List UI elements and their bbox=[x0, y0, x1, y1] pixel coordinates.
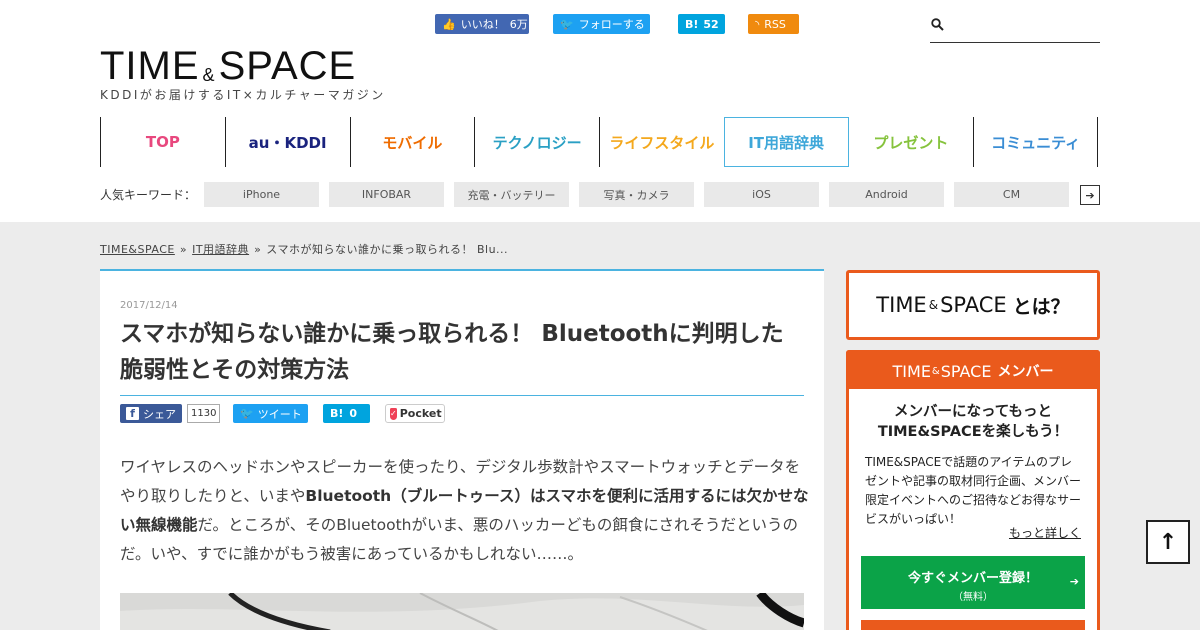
member-description: TIME&SPACEで話題のアイテムのプレゼントや記事の取材同行企画、メンバー限… bbox=[865, 455, 1082, 526]
signup-sublabel: （無料） bbox=[953, 592, 993, 603]
nav-community[interactable]: コミュニティ bbox=[973, 117, 1098, 167]
nav-it-glossary[interactable]: IT用語辞典 bbox=[723, 117, 849, 167]
rss-label: RSS bbox=[764, 17, 786, 31]
thumbs-up-icon: 👍 bbox=[442, 17, 456, 31]
rss-button[interactable]: ◝ RSS bbox=[748, 14, 799, 34]
keyword-chip[interactable]: 充電・バッテリー bbox=[454, 182, 569, 207]
keyword-chip[interactable]: iOS bbox=[704, 182, 819, 207]
rss-icon: ◝ bbox=[755, 17, 760, 31]
member-lead-line2: TIME&SPACEを楽しもう！ bbox=[877, 424, 1069, 440]
arrow-up-icon: ↑ bbox=[1158, 529, 1178, 555]
twitter-follow-button[interactable]: 🐦 フォローする bbox=[553, 14, 650, 34]
member-secondary-button[interactable] bbox=[861, 620, 1085, 630]
logo-time: TIME bbox=[100, 44, 200, 88]
article-date: 2017/12/14 bbox=[120, 300, 178, 311]
article-hero-image bbox=[120, 593, 804, 630]
twitter-follow-label: フォローする bbox=[578, 18, 645, 31]
article-lead: ワイヤレスのヘッドホンやスピーカーを使ったり、デジタル歩数計やスマートウォッチと… bbox=[120, 453, 810, 569]
breadcrumb-separator: » bbox=[254, 243, 262, 256]
keywords-next-arrow-icon[interactable]: ➔ bbox=[1080, 185, 1100, 205]
nav-top[interactable]: TOP bbox=[100, 117, 225, 167]
signup-label: 今すぐメンバー登録！ bbox=[907, 571, 1038, 586]
keyword-chip[interactable]: CM bbox=[954, 182, 1069, 207]
search-icon[interactable] bbox=[931, 18, 944, 31]
logo-amp: & bbox=[202, 65, 216, 85]
breadcrumb-category[interactable]: IT用語辞典 bbox=[192, 243, 249, 256]
member-head-suffix: メンバー bbox=[997, 364, 1054, 380]
hatena-icon: B! bbox=[685, 17, 699, 31]
global-nav: TOP au・KDDI モバイル テクノロジー ライフスタイル IT用語辞典 プ… bbox=[100, 117, 1098, 167]
member-lead: メンバーになってもっと TIME&SPACEを楽しもう！ bbox=[849, 402, 1097, 442]
facebook-icon: f bbox=[126, 407, 139, 420]
hatena-icon: B! bbox=[330, 407, 344, 420]
arrow-right-icon: ➔ bbox=[1069, 575, 1079, 588]
tweet-button[interactable]: 🐦 ツイート bbox=[233, 404, 308, 423]
pocket-button[interactable]: ✓ Pocket bbox=[385, 404, 445, 423]
breadcrumb-home[interactable]: TIME&SPACE bbox=[100, 243, 175, 256]
article-title: スマホが知らない誰かに乗っ取られる！ Bluetoothに判明した脆弱性とその対… bbox=[120, 316, 804, 396]
about-time: TIME bbox=[876, 293, 927, 317]
keyword-chip[interactable]: iPhone bbox=[204, 182, 319, 207]
hatena-count: 52 bbox=[703, 17, 719, 31]
keywords-label: 人気キーワード： bbox=[100, 188, 197, 202]
member-header: TIME & SPACE メンバー bbox=[849, 353, 1097, 389]
member-lead-line1: メンバーになってもっと bbox=[893, 404, 1053, 420]
hatena-share-button[interactable]: B! 0 bbox=[323, 404, 370, 423]
about-space: SPACE bbox=[940, 293, 1007, 317]
pocket-icon: ✓ bbox=[390, 407, 397, 420]
nav-present[interactable]: プレゼント bbox=[849, 117, 974, 167]
facebook-share-count: 1130 bbox=[187, 404, 221, 423]
site-tagline: KDDIがお届けするIT×カルチャーマガジン bbox=[100, 88, 386, 102]
lead-text-continued: だ。ところが、そのBluetoothがいま、悪のハッカーどもの餌食にされそうだと… bbox=[120, 516, 799, 563]
breadcrumb-current: スマホが知らない誰かに乗っ取られる！ Blu... bbox=[266, 243, 509, 256]
nav-mobile[interactable]: モバイル bbox=[349, 117, 475, 167]
back-to-top-button[interactable]: ↑ bbox=[1146, 520, 1190, 564]
member-more-link[interactable]: もっと詳しく bbox=[1009, 524, 1081, 541]
nav-lifestyle[interactable]: ライフスタイル bbox=[599, 117, 724, 167]
facebook-share-button[interactable]: f シェア bbox=[120, 404, 182, 423]
facebook-share: f シェア 1130 bbox=[120, 404, 221, 423]
nav-au-kddi[interactable]: au・KDDI bbox=[224, 117, 350, 167]
member-signup-button[interactable]: 今すぐメンバー登録！ （無料） ➔ bbox=[861, 556, 1085, 609]
twitter-bird-icon: 🐦 bbox=[560, 17, 574, 31]
facebook-like-button[interactable]: 👍 いいね！ 6万 bbox=[435, 14, 529, 34]
popular-keywords: 人気キーワード： iPhone INFOBAR 充電・バッテリー 写真・カメラ … bbox=[100, 182, 1100, 207]
member-widget: TIME & SPACE メンバー メンバーになってもっと TIME&SPACEを楽し… bbox=[846, 350, 1100, 630]
breadcrumb-separator: » bbox=[179, 243, 188, 256]
search-box bbox=[930, 12, 1100, 43]
member-head-space: SPACE bbox=[940, 361, 992, 381]
member-head-time: TIME bbox=[892, 361, 931, 381]
keyword-chip[interactable]: 写真・カメラ bbox=[579, 182, 694, 207]
hatena-share-count: 0 bbox=[349, 407, 358, 420]
tweet-label: ツイート bbox=[257, 407, 302, 421]
about-time-space-banner[interactable]: TIME & SPACE とは？ bbox=[846, 270, 1100, 340]
facebook-share-label: シェア bbox=[143, 407, 176, 421]
hero-photo-graphic bbox=[120, 593, 804, 630]
hatena-bookmark-button[interactable]: B! 52 bbox=[678, 14, 725, 34]
keyword-chip[interactable]: INFOBAR bbox=[329, 182, 444, 207]
about-suffix: とは？ bbox=[1012, 295, 1070, 318]
keyword-chip[interactable]: Android bbox=[829, 182, 944, 207]
search-input[interactable] bbox=[950, 16, 1098, 38]
article-card: 2017/12/14 スマホが知らない誰かに乗っ取られる！ Bluetoothに… bbox=[100, 269, 824, 630]
twitter-bird-icon: 🐦 bbox=[240, 407, 254, 420]
facebook-like-count: 6万 bbox=[509, 18, 528, 31]
pocket-label: Pocket bbox=[399, 407, 442, 420]
breadcrumb: TIME&SPACE » IT用語辞典 » スマホが知らない誰かに乗っ取られる！ Blu… bbox=[100, 241, 508, 257]
site-header: 👍 いいね！ 6万 🐦 フォローする B! 52 ◝ RSS TIME &SPAC… bbox=[0, 0, 1200, 222]
logo-space: SPACE bbox=[218, 44, 357, 88]
about-amp: & bbox=[928, 298, 939, 312]
member-head-amp: & bbox=[931, 365, 940, 377]
facebook-like-label: いいね！ bbox=[460, 18, 505, 31]
nav-technology[interactable]: テクノロジー bbox=[474, 117, 599, 167]
